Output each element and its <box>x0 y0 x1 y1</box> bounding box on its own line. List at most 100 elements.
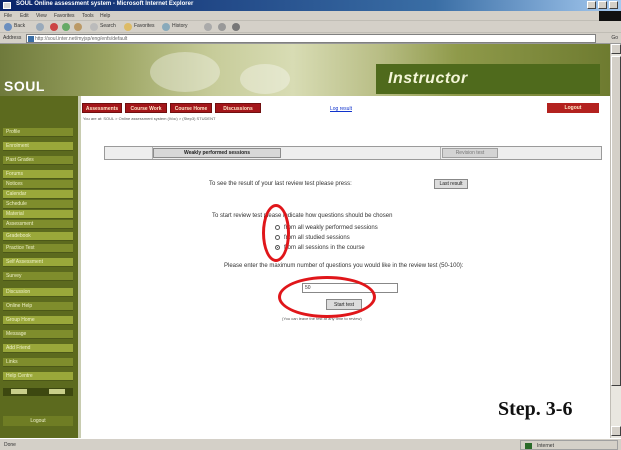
stop-icon[interactable] <box>50 23 58 31</box>
sidebar-item-profile[interactable]: Profile <box>3 128 73 137</box>
site-logo[interactable]: SOUL <box>4 78 45 94</box>
sidebar-item-survey[interactable]: Survey <box>3 272 73 281</box>
menu-favorites[interactable]: Favorites <box>54 13 75 19</box>
site-banner: SOUL Instructor <box>0 44 610 96</box>
status-text: Done <box>4 442 16 448</box>
tab-assessments[interactable]: Assessments <box>82 103 122 113</box>
window-controls <box>587 1 618 9</box>
sidebar-item-schedule[interactable]: Schedule <box>3 200 73 209</box>
divider-mark <box>49 389 65 394</box>
banner-decoration <box>150 52 220 92</box>
favorites-icon[interactable] <box>124 23 132 31</box>
search-button[interactable]: Search <box>100 23 116 29</box>
menu-file[interactable]: File <box>4 13 12 19</box>
toolbar: Back Search Favorites History <box>0 21 621 33</box>
divider-mark <box>11 389 27 394</box>
menu-edit[interactable]: Edit <box>20 13 29 19</box>
sidebar-item-help-centre[interactable]: Help Centre <box>3 372 73 381</box>
search-icon[interactable] <box>90 23 98 31</box>
function-bar: Weakly performed sessions Revision test <box>104 146 602 160</box>
sidebar-logout[interactable]: Logout <box>3 416 73 426</box>
print-icon[interactable] <box>218 23 226 31</box>
scroll-up-icon[interactable] <box>611 44 621 54</box>
menu-help[interactable]: Help <box>100 13 110 19</box>
step-label: Step. 3-6 <box>498 398 573 420</box>
title-bar: SOUL Online assessment system - Microsof… <box>0 0 621 11</box>
close-button[interactable] <box>609 1 618 9</box>
menu-tools[interactable]: Tools <box>82 13 94 19</box>
sidebar-item-past-grades[interactable]: Past Grades <box>3 156 73 165</box>
sidebar-item-online-help[interactable]: Online Help <box>3 302 73 311</box>
sidebar-item-notices[interactable]: Notices <box>3 180 73 189</box>
sidebar-item-forums[interactable]: Forums <box>3 170 73 179</box>
forward-icon[interactable] <box>36 23 44 31</box>
question-choice-prompt: To start review test please indicate how… <box>212 213 393 219</box>
last-result-button[interactable]: Last result <box>434 179 468 189</box>
page-content: SOUL Instructor Profile Enrolment Past G… <box>0 44 610 438</box>
sidebar-item-calendar[interactable]: Calendar <box>3 190 73 199</box>
tab-discussions[interactable]: Discussions <box>215 103 261 113</box>
history-icon[interactable] <box>162 23 170 31</box>
globe-icon <box>525 443 532 449</box>
sidebar-item-links[interactable]: Links <box>3 358 73 367</box>
minimize-button[interactable] <box>587 1 596 9</box>
banner-decoration <box>240 64 290 94</box>
max-questions-prompt: Please enter the maximum number of quest… <box>224 263 464 269</box>
sidebar-item-assessment[interactable]: Assessment <box>3 220 73 229</box>
sidebar-border <box>78 96 81 438</box>
favorites-button[interactable]: Favorites <box>134 23 155 29</box>
tab-course-home[interactable]: Course Home <box>170 103 212 113</box>
option-weakly-sessions[interactable]: from all weakly performed sessions <box>275 225 378 231</box>
address-input[interactable]: http://soul.inter.net/myjsp/eng/enfs/def… <box>26 34 596 43</box>
scroll-down-icon[interactable] <box>611 426 621 436</box>
scroll-thumb[interactable] <box>611 56 621 386</box>
logout-button[interactable]: Logout <box>547 103 599 113</box>
start-highlight-oval <box>278 276 376 318</box>
zone-text: Internet <box>537 443 554 449</box>
status-bar: Done Internet <box>0 438 621 450</box>
history-button[interactable]: History <box>172 23 188 29</box>
sidebar-item-material[interactable]: Material <box>3 210 73 219</box>
log-result-link[interactable]: Log result <box>330 106 352 112</box>
menu-view[interactable]: View <box>36 13 47 19</box>
sidebar-item-add-friend[interactable]: Add Friend <box>3 344 73 353</box>
option-label: from all weakly performed sessions <box>284 225 378 231</box>
sidebar-item-enrolment[interactable]: Enrolment <box>3 142 73 151</box>
vertical-scrollbar[interactable] <box>610 44 621 438</box>
menu-bar: File Edit View Favorites Tools Help <box>0 11 621 31</box>
sidebar-item-message[interactable]: Message <box>3 330 73 339</box>
tab-course-work[interactable]: Course Work <box>125 103 167 113</box>
sidebar-item-group-home[interactable]: Group Home <box>3 316 73 325</box>
sidebar-item-self-assessment[interactable]: Self Assessment <box>3 258 73 267</box>
sidebar-item-gradebook[interactable]: Gradebook <box>3 232 73 241</box>
option-label: from all studied sessions <box>284 235 350 241</box>
security-zone: Internet <box>520 440 618 450</box>
maximize-button[interactable] <box>598 1 607 9</box>
address-label: Address <box>3 35 22 41</box>
last-result-prompt: To see the result of your last review te… <box>209 181 352 187</box>
window-title: SOUL Online assessment system - Microsof… <box>16 1 194 7</box>
browser-icon <box>3 2 11 9</box>
go-button[interactable]: Go <box>611 35 618 41</box>
sidebar-divider <box>3 388 73 396</box>
instructor-brand: Instructor <box>376 64 600 94</box>
mail-icon[interactable] <box>204 23 212 31</box>
sidebar: Profile Enrolment Past Grades Forums Not… <box>0 96 78 438</box>
radio-highlight-oval <box>262 204 290 262</box>
home-icon[interactable] <box>74 23 82 31</box>
page-icon <box>28 36 34 42</box>
back-button[interactable]: Back <box>14 23 25 29</box>
sidebar-item-practice-test[interactable]: Practice Test <box>3 244 73 253</box>
sidebar-item-discussion[interactable]: Discussion <box>3 288 73 297</box>
address-bar: Address http://soul.inter.net/myjsp/eng/… <box>0 33 621 44</box>
address-url: http://soul.inter.net/myjsp/eng/enfs/def… <box>35 36 128 42</box>
breadcrumb: You are at: SOUL > Online assessment sys… <box>83 116 216 121</box>
weakly-performed-sessions-button[interactable]: Weakly performed sessions <box>153 148 281 158</box>
revision-test-button[interactable]: Revision test <box>442 148 498 158</box>
function-bar-cell <box>351 147 441 159</box>
back-icon[interactable] <box>4 23 12 31</box>
function-bar-cell <box>105 147 153 159</box>
edit-icon[interactable] <box>232 23 240 31</box>
refresh-icon[interactable] <box>62 23 70 31</box>
option-label: from all sessions in the course <box>284 245 365 251</box>
